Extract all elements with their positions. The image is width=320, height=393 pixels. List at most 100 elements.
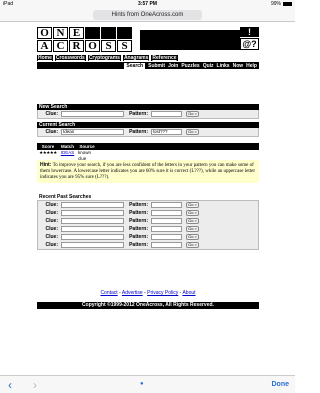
pattern-input[interactable]: lost??? xyxy=(151,129,182,135)
pattern-label: Pattern: xyxy=(129,111,148,117)
nav-quiz[interactable]: Quiz xyxy=(203,63,214,69)
logo-row-two: A C R O S S xyxy=(37,40,133,52)
current-search-section: Current Search Clue: Ideas Pattern: lost… xyxy=(37,122,259,137)
clue-input[interactable] xyxy=(61,111,124,117)
clue-label: Clue: xyxy=(45,111,59,117)
go-button[interactable]: Go > xyxy=(186,129,199,135)
search-row: Clue: Pattern: Go > xyxy=(38,110,258,118)
nav-puzzles[interactable]: Puzzles xyxy=(181,63,199,69)
clue-label: Clue: xyxy=(45,218,59,224)
logo-band xyxy=(140,30,240,50)
clue-label: Clue: xyxy=(45,242,59,248)
recent-search-row: Clue: Pattern: Go > xyxy=(38,209,258,217)
col-match: Match xyxy=(60,144,74,149)
logo-letter: R xyxy=(69,40,84,52)
clue-input[interactable] xyxy=(61,210,124,216)
source-text: known clue xyxy=(78,150,92,161)
logo-black-cell xyxy=(101,27,116,39)
clue-label: Clue: xyxy=(45,210,59,216)
clue-label: Clue: xyxy=(45,234,59,240)
footer-link-privacy[interactable]: Privacy Policy xyxy=(147,290,178,296)
page-dot-icon: ● xyxy=(140,381,144,387)
table-row: ★★★★★ IDEAS known clue xyxy=(37,150,259,161)
logo-letter: E xyxy=(69,27,84,39)
pattern-input[interactable] xyxy=(151,111,182,117)
go-button[interactable]: Go > xyxy=(186,226,199,232)
nav-anagrams[interactable]: Anagrams xyxy=(122,55,150,61)
go-button[interactable]: Go > xyxy=(186,111,199,117)
recent-search-row: Clue: Pattern: Go > xyxy=(38,201,258,209)
hint-text: To improve your search, if you are less … xyxy=(40,163,256,180)
recent-search-row: Clue: Pattern: Go > xyxy=(38,217,258,225)
results-table: Score Match Source ★★★★★ IDEAS known clu… xyxy=(37,143,259,161)
match-link[interactable]: IDEAS xyxy=(59,150,76,156)
page-content: O N E A C R O S S ! @? Home Crosswords C… xyxy=(37,25,259,312)
pattern-input[interactable] xyxy=(151,202,182,208)
hint-label: Hint: xyxy=(40,162,52,168)
go-button[interactable]: Go > xyxy=(186,202,199,208)
new-search-section: New Search Clue: Pattern: Go > xyxy=(37,104,259,119)
pattern-input[interactable] xyxy=(151,234,182,240)
pattern-label: Pattern: xyxy=(129,226,148,232)
logo-black-cell xyxy=(117,27,132,39)
score-stars: ★★★★★ xyxy=(39,150,57,155)
clue-input[interactable] xyxy=(61,234,124,240)
clue-input[interactable] xyxy=(61,242,124,248)
clue-input[interactable] xyxy=(61,226,124,232)
nav-search[interactable]: Search xyxy=(124,62,146,69)
pattern-input[interactable] xyxy=(151,242,182,248)
footer-link-about[interactable]: About xyxy=(182,290,195,296)
footer-separator: - xyxy=(144,290,146,296)
pattern-label: Pattern: xyxy=(129,218,148,224)
pattern-label: Pattern: xyxy=(129,202,148,208)
nav-help[interactable]: Help xyxy=(246,63,257,69)
nav-home[interactable]: Home xyxy=(37,55,53,61)
url-bar[interactable]: Hints from OneAcross.com xyxy=(93,10,202,20)
nav-cryptograms[interactable]: Cryptograms xyxy=(87,55,121,61)
footer-separator: - xyxy=(119,290,121,296)
nav-crosswords[interactable]: Crosswords xyxy=(54,55,86,61)
forward-icon[interactable]: › xyxy=(33,378,37,392)
hint-box: Hint: To improve your search, if you are… xyxy=(37,160,259,183)
nav-join[interactable]: Join xyxy=(168,63,178,69)
logo-black-cell xyxy=(85,27,100,39)
clue-label: Clue: xyxy=(45,129,59,135)
pattern-label: Pattern: xyxy=(129,210,148,216)
go-button[interactable]: Go > xyxy=(186,210,199,216)
back-icon[interactable]: ‹ xyxy=(8,378,12,392)
nav-submit[interactable]: Submit xyxy=(148,63,165,69)
clue-input[interactable] xyxy=(61,218,124,224)
pattern-input[interactable] xyxy=(151,210,182,216)
col-source: Source xyxy=(79,144,95,149)
logo-letter: C xyxy=(53,40,68,52)
recent-search-row: Clue: Pattern: Go > xyxy=(38,233,258,241)
clue-label: Clue: xyxy=(45,226,59,232)
results-header: Score Match Source xyxy=(37,143,259,150)
search-row: Clue: Ideas Pattern: lost??? Go > xyxy=(38,128,258,136)
copyright-bar: Copyright ©1999-2012 OneAcross, All Righ… xyxy=(37,302,259,309)
logo-letter: S xyxy=(101,40,116,52)
pattern-input[interactable] xyxy=(151,226,182,232)
go-button[interactable]: Go > xyxy=(186,234,199,240)
pattern-label: Pattern: xyxy=(129,129,148,135)
logo-letter: N xyxy=(53,27,68,39)
clue-label: Clue: xyxy=(45,202,59,208)
clue-input[interactable]: Ideas xyxy=(61,129,124,135)
site-logo[interactable]: O N E A C R O S S ! @? xyxy=(37,25,259,54)
nav-links[interactable]: Links xyxy=(217,63,230,69)
footer-link-advertise[interactable]: Advertise xyxy=(122,290,143,296)
primary-nav: Home Crosswords Cryptograms Anagrams Ref… xyxy=(37,55,178,61)
done-button[interactable]: Done xyxy=(272,381,290,388)
nav-reference[interactable]: Reference xyxy=(151,55,178,61)
question-badge: @? xyxy=(240,38,259,50)
go-button[interactable]: Go > xyxy=(186,242,199,248)
col-score: Score xyxy=(41,144,55,149)
recent-search-row: Clue: Pattern: Go > xyxy=(38,241,258,249)
pattern-input[interactable] xyxy=(151,218,182,224)
footer-link-contact[interactable]: Contact xyxy=(100,290,117,296)
footer-links: Contact - Advertise - Privacy Policy - A… xyxy=(37,290,259,296)
battery-percent: 99% xyxy=(270,1,281,7)
clue-input[interactable] xyxy=(61,202,124,208)
go-button[interactable]: Go > xyxy=(186,218,199,224)
nav-now[interactable]: Now xyxy=(233,63,244,69)
